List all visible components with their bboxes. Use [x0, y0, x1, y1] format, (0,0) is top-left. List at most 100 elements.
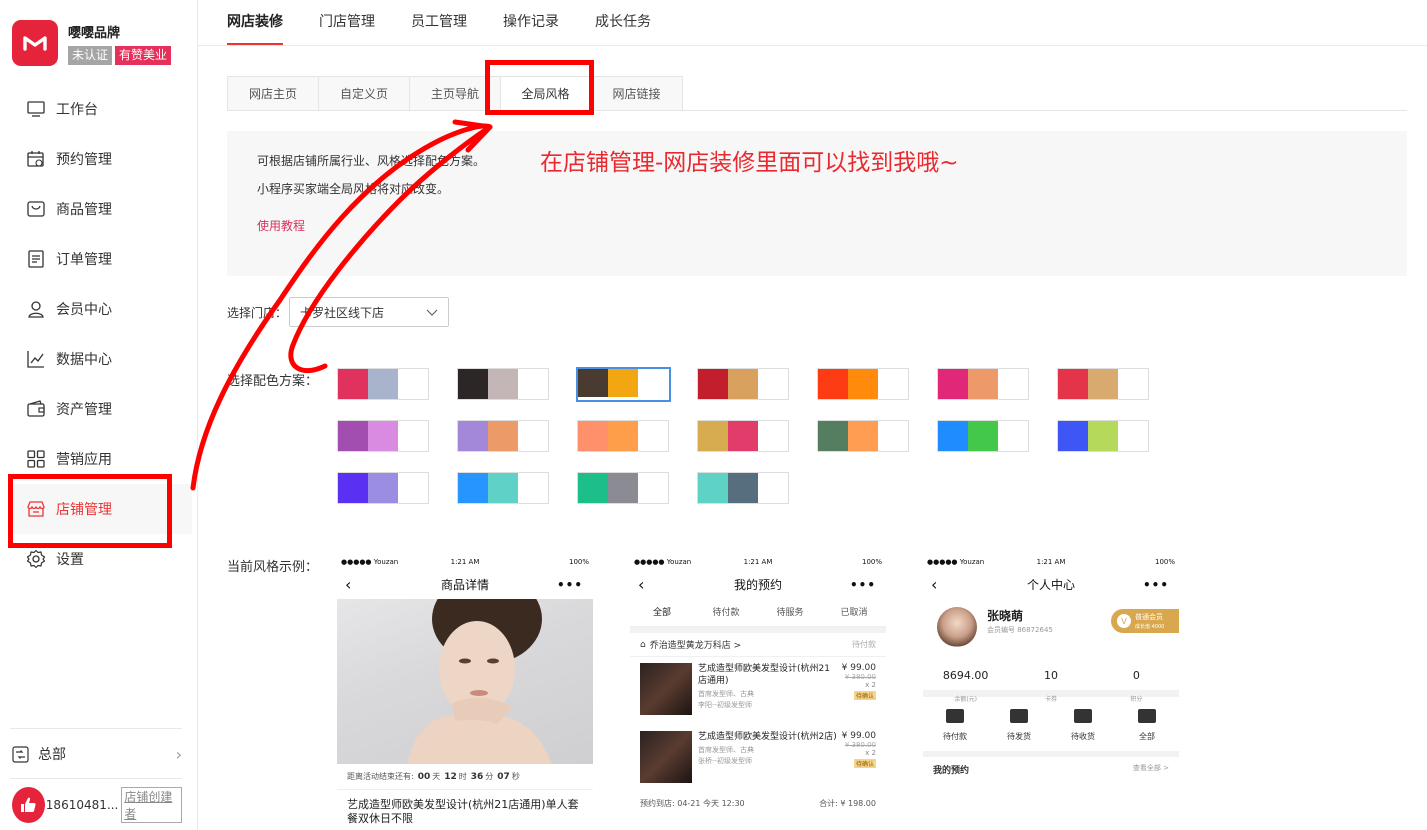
sidebar-item-settings[interactable]: 设置 — [0, 534, 198, 584]
color-scheme-option[interactable] — [1057, 420, 1149, 452]
user-account[interactable]: 18610481... 店铺创建者 — [10, 787, 182, 823]
color-scheme-option[interactable] — [457, 472, 549, 504]
stat-item: 8694.00 余额(元) — [923, 649, 1008, 703]
sidebar-item-label: 会员中心 — [56, 302, 112, 318]
color-scheme-option[interactable] — [817, 368, 909, 400]
order-shortcuts: 待付款 待发货 待收货 全部 — [923, 697, 1179, 757]
goods-icon — [26, 199, 46, 219]
shop-icon: ⌂ — [640, 639, 646, 650]
box-icon — [1010, 709, 1028, 723]
page-title: 我的预约 — [733, 578, 782, 592]
tab-growth-tasks[interactable]: 成长任务 — [595, 11, 651, 45]
subtab-shop-link[interactable]: 网店链接 — [591, 76, 683, 111]
shop-status: 待付款 — [852, 640, 876, 649]
stat-value: 10 — [1043, 669, 1058, 682]
store-select[interactable]: 卡罗社区线下店 — [289, 297, 449, 327]
order-footer: 预约到店: 04-21 今天 12:30 合计: ¥ 198.00 — [630, 793, 886, 813]
color-scheme-option[interactable] — [337, 368, 429, 400]
sidebar-item-label: 商品管理 — [56, 202, 112, 218]
sidebar-item-label: 预约管理 — [56, 152, 112, 168]
preview-my-bookings: ●●●●● Youzan 1:21 AM 100% ‹ 我的预约 ••• 全部 … — [630, 555, 886, 830]
sidebar-item-goods[interactable]: 商品管理 — [0, 184, 198, 234]
order-shortcut-label: 待收货 — [1071, 732, 1095, 741]
sidebar-item-label: 资产管理 — [56, 402, 112, 418]
shop-name: 乔治造型黄龙万科店 > — [649, 641, 742, 651]
order-sub: 首席发型师、古典 — [698, 690, 754, 698]
back-icon: ‹ — [345, 575, 352, 594]
order-price: ¥ 99.00 — [841, 731, 876, 741]
sidebar-item-label: 数据中心 — [56, 352, 112, 368]
color-scheme-option[interactable] — [697, 472, 789, 504]
more-icon: ••• — [1142, 578, 1169, 592]
member-number: 会员编号 86872645 — [987, 626, 1053, 634]
tab-shop-decoration[interactable]: 网店装修 — [227, 11, 283, 45]
color-scheme-option[interactable] — [577, 420, 669, 452]
stat-value: 8694.00 — [942, 669, 989, 682]
order-qty: x 2 — [865, 749, 876, 757]
color-scheme-option[interactable] — [577, 472, 669, 504]
color-scheme-option[interactable] — [1057, 368, 1149, 400]
stat-item: 10 卡券 — [1008, 649, 1093, 703]
brand-name: 嘤嘤品牌 — [68, 26, 121, 41]
color-scheme-option[interactable] — [457, 368, 549, 400]
truck-icon — [1074, 709, 1092, 723]
annotation-text: 在店铺管理-网店装修里面可以找到我哦~ — [540, 150, 959, 176]
battery: 100% — [568, 558, 589, 566]
subtab-global-style[interactable]: 全局风格 — [501, 76, 591, 111]
countdown: 距离活动结束还有: 00 天 12 时 36 分 07 秒 — [337, 764, 593, 790]
sidebar-item-orders[interactable]: 订单管理 — [0, 234, 198, 284]
color-scheme-option[interactable] — [576, 367, 671, 402]
order-shortcut: 待付款 — [923, 697, 987, 751]
sidebar-item-label: 设置 — [56, 552, 84, 568]
tab-operation-log[interactable]: 操作记录 — [503, 11, 559, 45]
user-role-badge[interactable]: 店铺创建者 — [121, 787, 182, 823]
status-bar: ●●●●● Youzan 1:21 AM 100% — [630, 555, 886, 571]
avatar[interactable] — [12, 787, 45, 823]
color-scheme-option[interactable] — [937, 368, 1029, 400]
sidebar-item-members[interactable]: 会员中心 — [0, 284, 198, 334]
info-line-2: 小程序买家端全局风格将对应改变。 — [257, 182, 450, 196]
tutorial-link[interactable]: 使用教程 — [257, 217, 305, 234]
sidebar-item-marketing[interactable]: 营销应用 — [0, 434, 198, 484]
subtab-shop-home[interactable]: 网店主页 — [227, 76, 319, 111]
sidebar-item-workbench[interactable]: 工作台 — [0, 84, 198, 134]
apps-grid-icon — [26, 449, 46, 469]
booking-tab: 全部 — [652, 608, 671, 618]
divider — [10, 728, 182, 729]
order-shortcut-label: 待发货 — [1007, 732, 1031, 741]
order-shortcut: 待收货 — [1051, 697, 1115, 751]
order-qty: x 2 — [865, 681, 876, 689]
wallet-icon — [946, 709, 964, 723]
chart-icon — [26, 349, 46, 369]
order-shortcut: 全部 — [1115, 697, 1179, 751]
tab-staff-management[interactable]: 员工管理 — [411, 11, 467, 45]
headquarters-switch[interactable]: 总部 › — [10, 740, 182, 768]
sidebar-item-assets[interactable]: 资产管理 — [0, 384, 198, 434]
color-scheme-option[interactable] — [457, 420, 549, 452]
sidebar-item-booking[interactable]: 预约管理 — [0, 134, 198, 184]
booking-tabs: 全部 待付款 待服务 已取消 — [630, 599, 886, 627]
color-scheme-option[interactable] — [937, 420, 1029, 452]
order-image — [640, 663, 692, 715]
sidebar-item-data-center[interactable]: 数据中心 — [0, 334, 198, 384]
info-line-1: 可根据店铺所属行业、风格选择配色方案。 — [257, 154, 486, 168]
subtab-custom-page[interactable]: 自定义页 — [319, 76, 410, 111]
brand-logo-icon[interactable] — [12, 20, 58, 66]
color-scheme-option[interactable] — [697, 368, 789, 400]
color-scheme-option[interactable] — [817, 420, 909, 452]
more-icon: ••• — [849, 578, 876, 592]
unverified-badge[interactable]: 未认证 — [68, 46, 113, 65]
subtab-home-nav[interactable]: 主页导航 — [410, 76, 501, 111]
color-scheme-option[interactable] — [697, 420, 789, 452]
color-scheme-option[interactable] — [337, 472, 429, 504]
phone-navbar: ‹ 我的预约 ••• — [630, 571, 886, 599]
stat-value: 0 — [1132, 669, 1140, 682]
chevron-right-icon: › — [175, 744, 182, 764]
color-scheme-option[interactable] — [337, 420, 429, 452]
switch-store-icon — [10, 744, 30, 764]
tab-store-management[interactable]: 门店管理 — [319, 11, 375, 45]
sidebar-item-label: 订单管理 — [56, 252, 112, 268]
sidebar-item-store-management[interactable]: 店铺管理 — [10, 484, 192, 534]
list-item: 艺成造型师欧美发型设计(杭州2店) 首席发型师、古典 张桥--初级发型师 ¥ 99.0… — [630, 725, 886, 793]
clock: 1:21 AM — [450, 558, 480, 566]
